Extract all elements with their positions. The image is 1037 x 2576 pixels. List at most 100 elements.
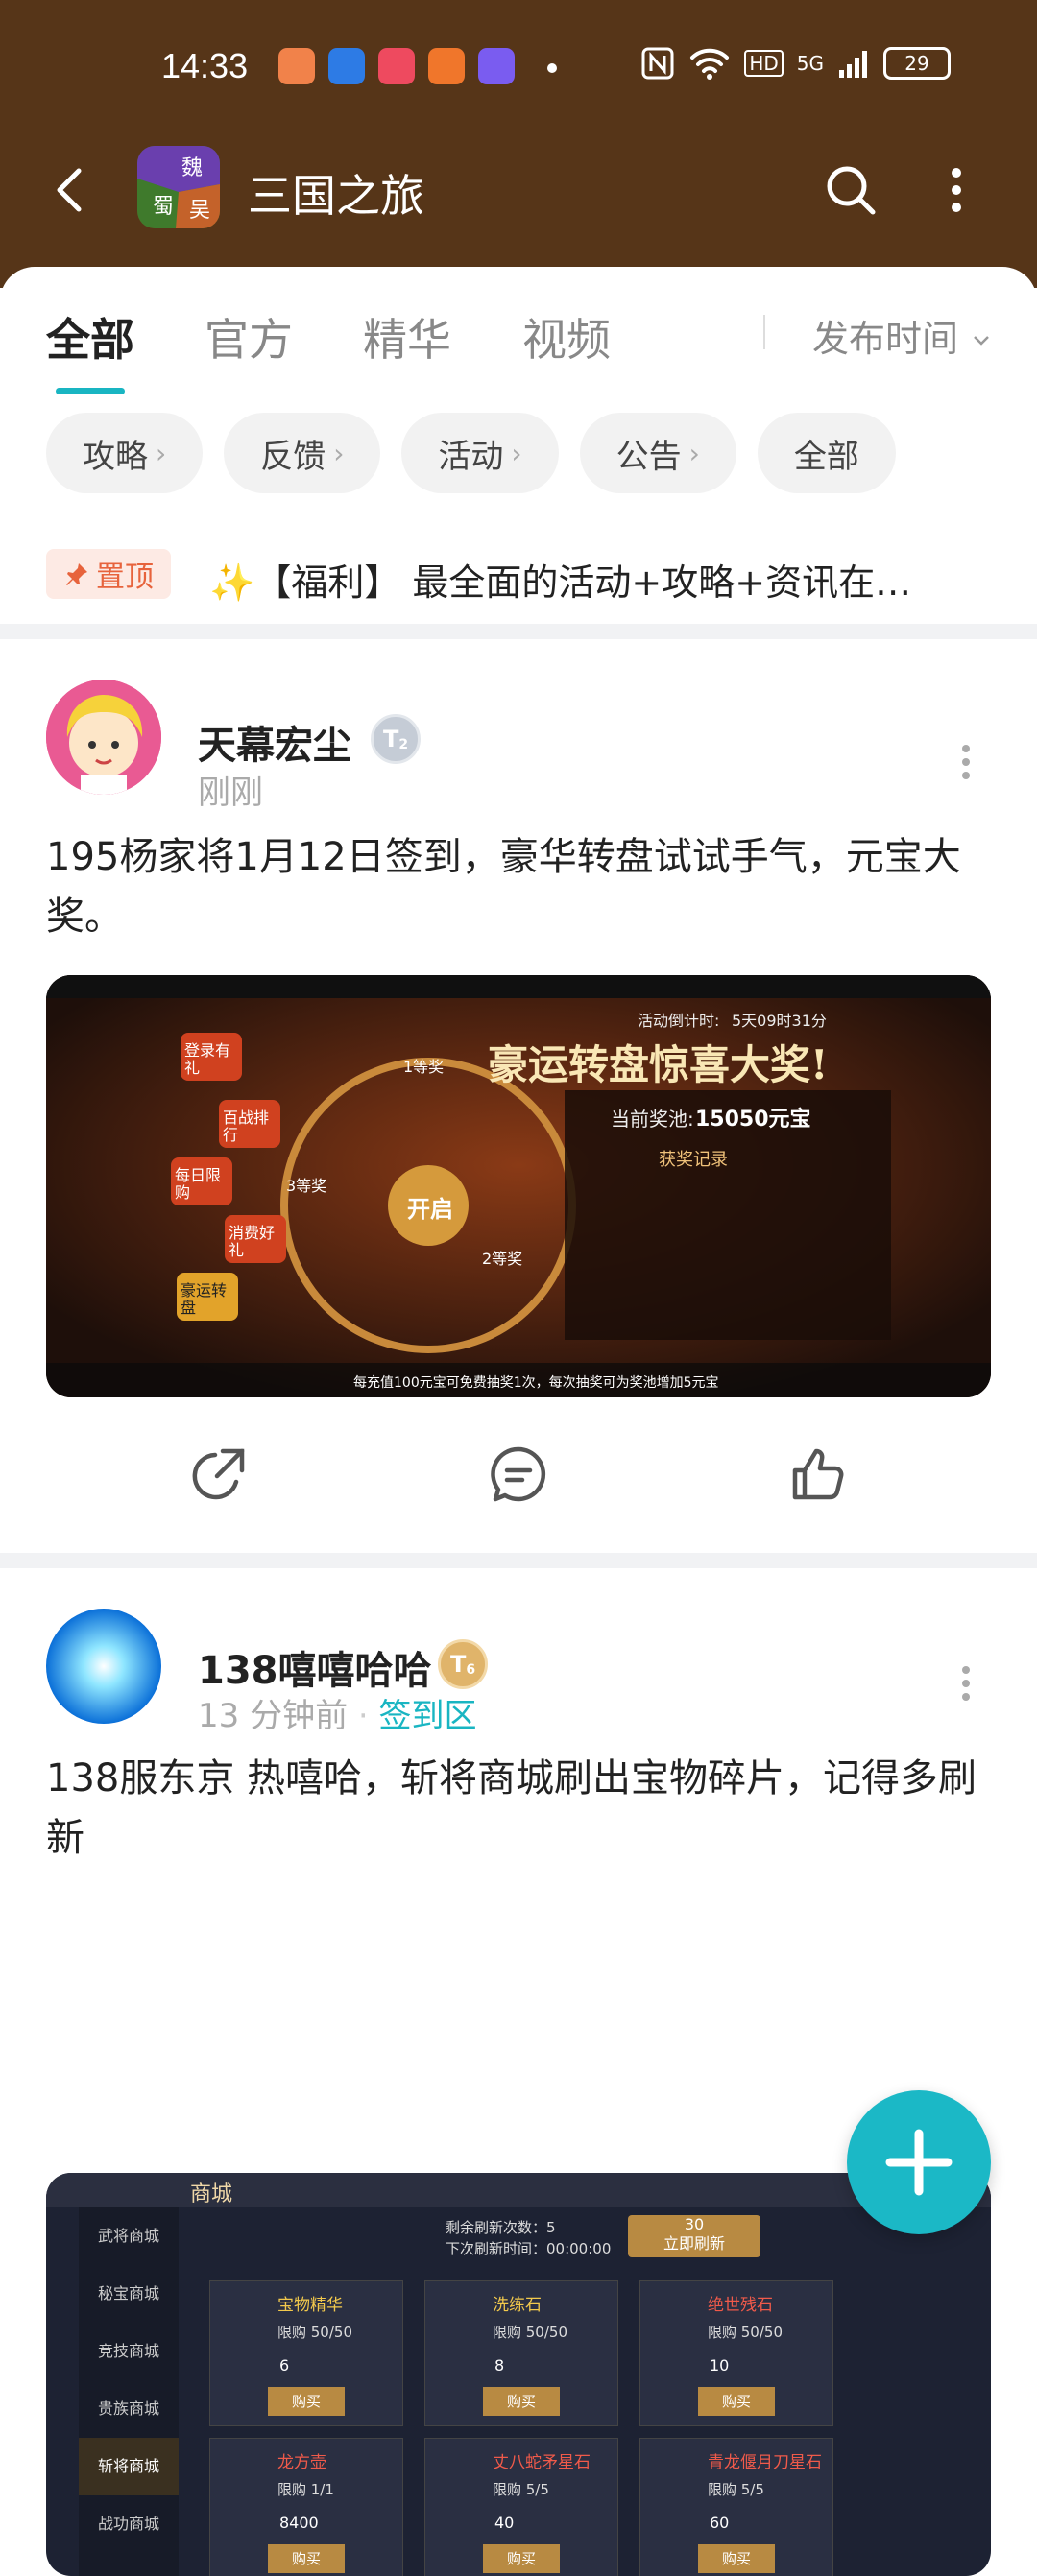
- pin-icon: [66, 563, 87, 585]
- chip-events[interactable]: 活动 ›: [401, 413, 559, 493]
- shop-menu: 武将商城 秘宝商城 竞技商城 贵族商城 斩将商城 战功商城: [79, 2207, 179, 2576]
- chip-guide[interactable]: 攻略 ›: [46, 413, 204, 493]
- item-buy-button: 购买: [268, 2387, 345, 2416]
- item-limit: 限购 1/1: [277, 2481, 334, 2498]
- chip-label: 反馈: [260, 437, 326, 476]
- post-text: 138服东京 热嘻哈，斩将商城刷出宝物碎片，记得多刷新: [46, 1756, 977, 1860]
- browser-app-icon: [328, 48, 365, 84]
- second-prize: 2等奖: [482, 1250, 523, 1268]
- shop-item: 宝物精华 限购 50/50 6 购买: [209, 2280, 403, 2426]
- refresh-label: 立即刷新: [663, 2234, 725, 2253]
- game-screenshot-overlay: 豪运转盘惊喜大奖! 活动倒计时: 5天09时31分 当前奖池: 15050元宝 …: [46, 975, 991, 1397]
- network-indicator: 5G: [796, 52, 824, 75]
- side-menu-5: 豪运转盘: [181, 1281, 228, 1317]
- side-menu-2: 百战排行: [223, 1109, 270, 1144]
- tab-featured[interactable]: 精华: [363, 305, 451, 369]
- side-menu-4: 消费好礼: [229, 1224, 276, 1259]
- sort-label: 发布时间: [812, 318, 959, 360]
- battery-level: 29: [904, 52, 929, 75]
- item-price: 40: [494, 2514, 515, 2532]
- item-limit: 限购 50/50: [708, 2324, 783, 2341]
- section-separator: [0, 1553, 1037, 1568]
- status-indicators: HD 5G 29: [640, 46, 951, 81]
- tab-all[interactable]: 全部: [46, 305, 134, 369]
- item-buy-button: 购买: [483, 2544, 560, 2573]
- svg-text:吴: 吴: [189, 199, 210, 223]
- chevron-right-icon: ›: [688, 437, 700, 469]
- level-number: 2: [398, 737, 409, 752]
- pinned-badge: 置顶: [46, 549, 171, 599]
- comment-icon[interactable]: [488, 1443, 549, 1505]
- battery-icon: 29: [883, 47, 951, 80]
- post-zone-link[interactable]: 签到区: [379, 1697, 477, 1735]
- avatar[interactable]: [46, 1609, 161, 1724]
- item-price: 8400: [279, 2514, 319, 2532]
- status-bar: 14:33 HD 5G 29: [0, 35, 1037, 100]
- shop-item: 青龙偃月刀星石 限购 5/5 60 购买: [639, 2438, 833, 2576]
- side-menu-1: 登录有礼: [184, 1041, 231, 1077]
- tab-video[interactable]: 视频: [522, 305, 611, 369]
- shop-menu-item: 斩将商城: [79, 2438, 179, 2495]
- post-card[interactable]: 天幕宏尘 T2 刚刚 195杨家将1月12日签到，豪华转盘试试手气，元宝大奖。: [0, 639, 1037, 1502]
- post-more-icon[interactable]: [956, 743, 976, 781]
- refresh-time: 下次刷新时间：00:00:00: [446, 2240, 612, 2257]
- item-limit: 限购 50/50: [493, 2324, 567, 2341]
- shop-menu-item: 武将商城: [97, 2227, 159, 2245]
- wifi-icon: [690, 48, 730, 80]
- level-number: 6: [466, 1662, 476, 1678]
- svg-text:魏: 魏: [181, 156, 203, 180]
- record-title: 获奖记录: [659, 1150, 728, 1170]
- chip-feedback[interactable]: 反馈 ›: [224, 413, 381, 493]
- shop-item: 龙方壶 限购 1/1 8400 购买: [209, 2438, 403, 2576]
- chip-announcements[interactable]: 公告 ›: [579, 413, 736, 493]
- first-prize: 1等奖: [403, 1058, 445, 1076]
- status-time: 14:33: [161, 46, 249, 85]
- shop-title: 商城: [190, 2182, 233, 2206]
- create-post-button[interactable]: [847, 2090, 991, 2234]
- shop-item: 丈八蛇矛星石 限购 5/5 40 购买: [424, 2438, 618, 2576]
- app-header: 魏 蜀 吴 三国之旅: [0, 134, 1037, 250]
- post-more-icon[interactable]: [956, 1664, 976, 1703]
- pinned-post[interactable]: 置顶 ✨【福利】 最全面的活动+攻略+资讯在…: [46, 545, 1006, 604]
- post-text: 195杨家将1月12日签到，豪华转盘试试手气，元宝大奖。: [46, 835, 961, 939]
- item-buy-button: 购买: [698, 2387, 775, 2416]
- back-arrow-icon[interactable]: [42, 161, 100, 219]
- page-title: 三国之旅: [248, 170, 424, 222]
- item-name: 青龙偃月刀星石: [708, 2453, 822, 2472]
- user-level-badge: T6: [438, 1639, 488, 1689]
- like-icon[interactable]: [787, 1443, 849, 1505]
- chevron-down-icon: [974, 336, 989, 346]
- pinned-title: ✨【福利】 最全面的活动+攻略+资讯在…: [209, 561, 912, 604]
- game-logo[interactable]: 魏 蜀 吴: [137, 146, 220, 228]
- content-panel: 全部 官方 精华 视频 发布时间 攻略 › 反馈 › 活动 › 公告 › 全部 置顶 ✨…: [0, 267, 1037, 2576]
- notification-icons: [278, 48, 515, 84]
- item-price: 10: [710, 2356, 730, 2374]
- level-letter: T: [382, 726, 399, 752]
- item-price: 8: [494, 2356, 505, 2374]
- post-image[interactable]: 豪运转盘惊喜大奖! 活动倒计时: 5天09时31分 当前奖池: 15050元宝 …: [46, 975, 991, 1397]
- search-icon[interactable]: [820, 159, 881, 221]
- sort-dropdown[interactable]: 发布时间: [812, 309, 993, 362]
- top-bar: 14:33 HD 5G 29 魏 蜀 吴 三国之旅: [0, 0, 1037, 288]
- username[interactable]: 138嘻嘻哈哈: [198, 1639, 432, 1695]
- gallery-app-icon: [478, 48, 515, 84]
- avatar[interactable]: [46, 680, 161, 795]
- chevron-right-icon: ›: [511, 437, 522, 469]
- chip-label: 攻略: [83, 437, 148, 476]
- post-time: 刚刚: [198, 774, 263, 812]
- chip-all[interactable]: 全部: [757, 413, 896, 493]
- pinned-badge-label: 置顶: [96, 561, 154, 594]
- refresh-cost: 30: [684, 2215, 705, 2233]
- item-buy-button: 购买: [268, 2544, 345, 2573]
- share-icon[interactable]: [188, 1443, 250, 1505]
- pool-label: 当前奖池:: [611, 1108, 694, 1131]
- more-vertical-icon[interactable]: [937, 159, 976, 221]
- post-meta: 13 分钟前 · 签到区: [198, 1697, 477, 1735]
- item-limit: 限购 50/50: [277, 2324, 352, 2341]
- bottom-note: 每充值100元宝可免费抽奖1次，每次抽奖可为奖池增加5元宝: [353, 1375, 719, 1391]
- active-tab-indicator: [56, 388, 125, 394]
- section-separator: [0, 624, 1037, 639]
- tab-official[interactable]: 官方: [205, 305, 293, 369]
- username[interactable]: 天幕宏尘: [198, 714, 351, 770]
- pool-value: 15050元宝: [695, 1108, 811, 1132]
